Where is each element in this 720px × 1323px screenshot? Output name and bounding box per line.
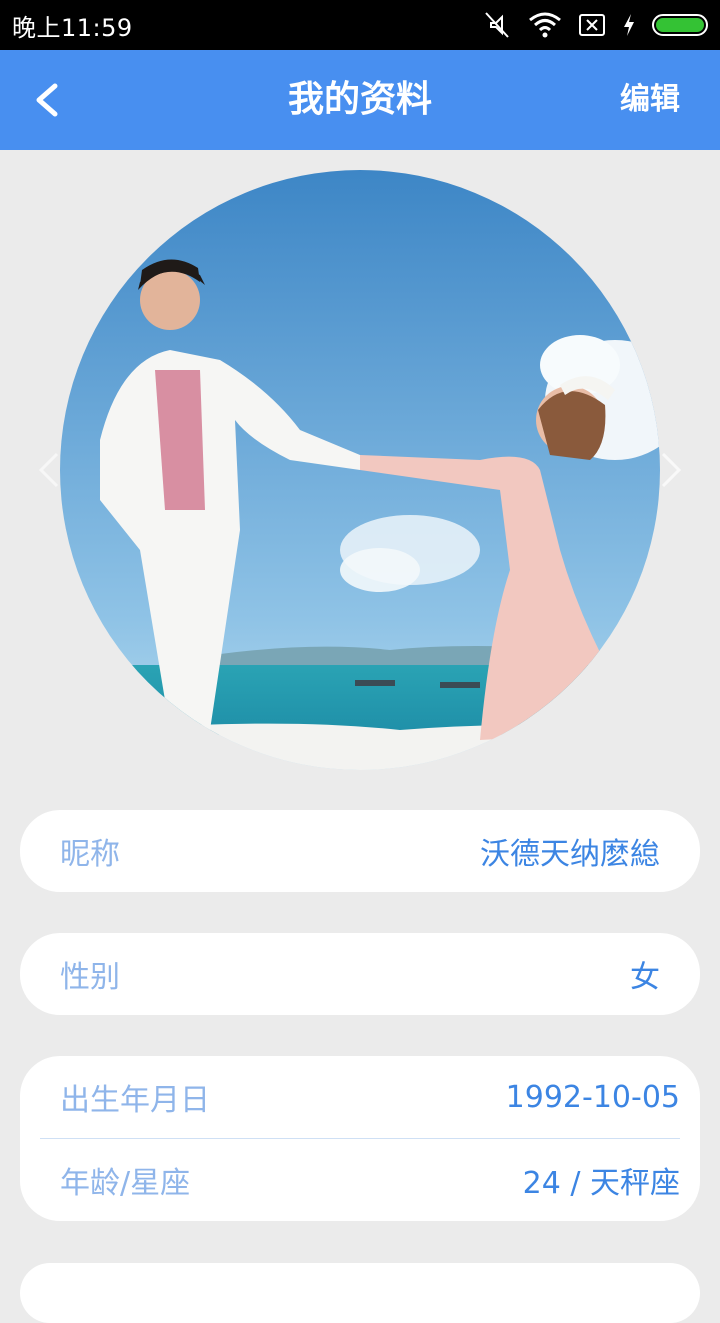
nickname-row[interactable]: 昵称 沃德天纳麽緿 [20, 810, 700, 892]
title-bar: 我的资料 编辑 [0, 50, 720, 150]
edit-button[interactable]: 编辑 [620, 50, 680, 150]
nickname-value: 沃德天纳麽緿 [480, 837, 660, 872]
battery-level [656, 18, 704, 32]
battery-icon [652, 14, 708, 36]
gender-card[interactable]: 性别 女 [20, 933, 700, 1015]
birthday-row[interactable]: 出生年月日 1992-10-05 [20, 1056, 700, 1138]
next-card[interactable] [20, 1263, 700, 1323]
next-photo-arrow[interactable] [656, 448, 686, 492]
charging-icon [624, 14, 634, 36]
age-zodiac-row[interactable]: 年龄/星座 24 / 天秤座 [20, 1139, 700, 1221]
status-time: 晚上11:59 [12, 13, 133, 42]
status-bar: 晚上11:59 [0, 0, 720, 50]
birthday-card[interactable]: 出生年月日 1992-10-05 年龄/星座 24 / 天秤座 [20, 1056, 700, 1221]
profile-photo [60, 170, 660, 770]
age-zodiac-label: 年龄/星座 [60, 1166, 191, 1201]
chevron-right-icon [661, 452, 682, 488]
age-zodiac-value: 24 / 天秤座 [522, 1166, 680, 1201]
birthday-value: 1992-10-05 [505, 1079, 680, 1115]
mute-icon [485, 12, 509, 38]
previous-photo-arrow[interactable] [34, 448, 64, 492]
gender-value: 女 [630, 960, 660, 995]
nickname-label: 昵称 [60, 837, 120, 872]
avatar[interactable] [60, 170, 660, 770]
gender-row[interactable]: 性别 女 [20, 933, 700, 1015]
page-title: 我的资料 [287, 79, 432, 120]
chevron-left-icon [38, 452, 59, 488]
birthday-label: 出生年月日 [60, 1083, 210, 1118]
nickname-card[interactable]: 昵称 沃德天纳麽緿 [20, 810, 700, 892]
status-icons [482, 11, 708, 39]
sim-x-icon [579, 14, 605, 36]
wifi-icon [529, 12, 561, 38]
gender-label: 性别 [60, 960, 120, 995]
